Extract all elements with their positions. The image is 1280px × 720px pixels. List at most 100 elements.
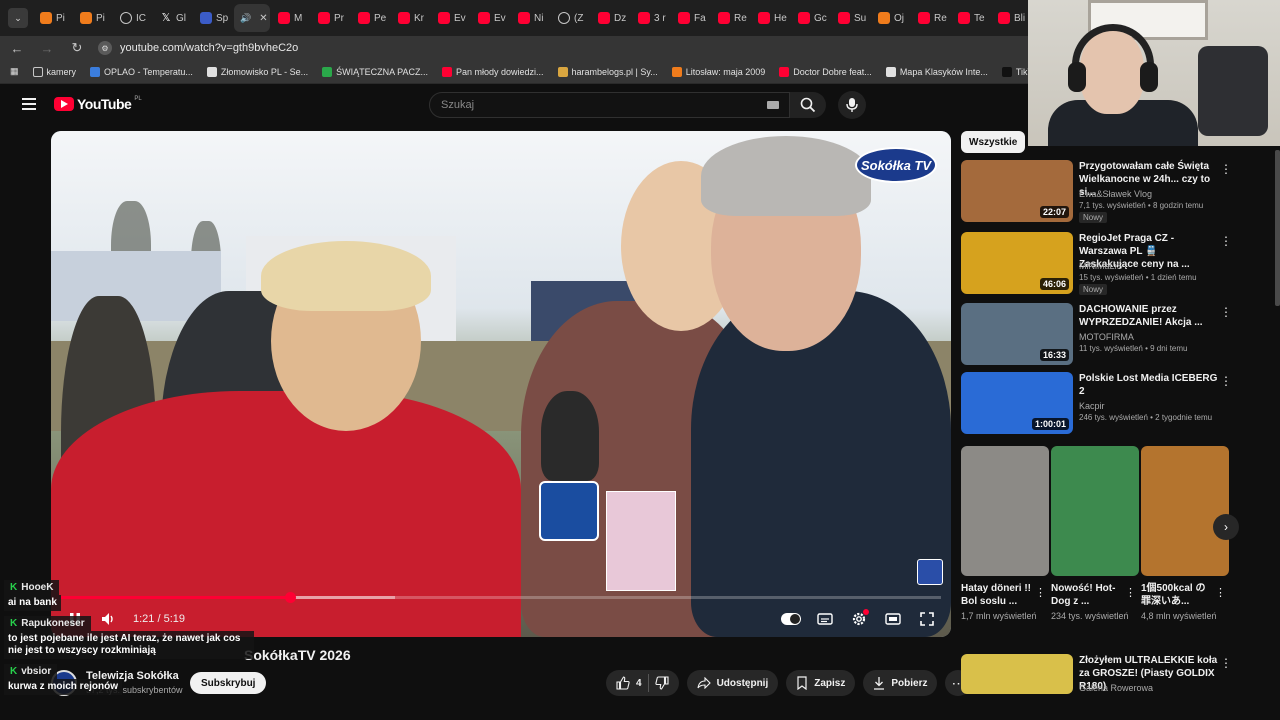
video-thumbnail[interactable] (961, 654, 1073, 694)
browser-tab[interactable]: Dz (592, 4, 630, 32)
keyboard-icon[interactable] (767, 101, 779, 109)
short-video[interactable]: Hatay döneri !! Bol soslu ... 1,7 mln wyś… (961, 446, 1049, 621)
youtube-logo[interactable]: YouTube PL (54, 96, 142, 112)
browser-tab[interactable]: Te (952, 4, 990, 32)
browser-tab[interactable]: Ni (512, 4, 550, 32)
search-input[interactable]: Szukaj (429, 92, 790, 118)
browser-tab-label: Ev (454, 12, 466, 24)
more-vertical-icon[interactable]: ⋮ (1220, 656, 1232, 670)
browser-tab[interactable]: Ev (432, 4, 470, 32)
more-vertical-icon[interactable]: ⋮ (1215, 586, 1226, 599)
search-button[interactable] (790, 92, 826, 118)
browser-tab[interactable]: Pr (312, 4, 350, 32)
save-button[interactable]: Zapisz (786, 670, 856, 696)
browser-tab[interactable]: He (752, 4, 790, 32)
download-button[interactable]: Pobierz (863, 670, 938, 696)
youtube-favicon-icon (998, 12, 1010, 24)
menu-icon[interactable] (22, 98, 36, 110)
browser-tab[interactable]: Pi (34, 4, 72, 32)
settings-button[interactable] (849, 609, 869, 629)
recommended-video[interactable]: 46:06 RegioJet Praga CZ - Warszawa PL 🚆 Z… (961, 232, 1261, 295)
theater-mode-button[interactable] (883, 609, 903, 629)
browser-tab[interactable]: IC (114, 4, 152, 32)
bookmark-item[interactable]: TikTok Maciej (@ma... (1001, 66, 1028, 77)
browser-tab[interactable]: Ev (472, 4, 510, 32)
bookmark-item[interactable]: Złomowisko PL - Se... (206, 66, 308, 77)
more-vertical-icon[interactable]: ⋮ (1125, 586, 1136, 599)
autoplay-toggle[interactable] (781, 609, 801, 629)
browser-tab[interactable]: M (272, 4, 310, 32)
bookmark-item[interactable]: Mapa Klasyków Inte... (885, 66, 988, 77)
browser-tab[interactable]: 𝕏 Gl (154, 4, 192, 32)
like-button[interactable]: 4 (616, 676, 642, 690)
browser-tab[interactable]: Fa (672, 4, 710, 32)
short-title[interactable]: Hatay döneri !! Bol soslu ... (961, 582, 1033, 608)
bookmark-item[interactable]: OPLAO - Temperatu... (90, 66, 193, 77)
video-channel-name[interactable]: MiNiMaLiS (1079, 261, 1123, 271)
url-field[interactable]: ⚙ youtube.com/watch?v=gth9bvheC2o (98, 37, 1028, 59)
video-channel-name[interactable]: Ewa&Sławek Vlog (1079, 189, 1152, 199)
browser-tab[interactable]: Gc (792, 4, 830, 32)
apps-icon[interactable]: ▦ (10, 66, 19, 77)
browser-tab[interactable]: Re (712, 4, 750, 32)
tab-close-icon[interactable]: ✕ (259, 13, 267, 24)
bookmark-item[interactable]: Litosław: maja 2009 (671, 66, 765, 77)
filter-chip-all[interactable]: Wszystkie (961, 131, 1026, 153)
dislike-button[interactable] (654, 676, 669, 690)
back-button[interactable]: ← (8, 39, 26, 57)
browser-tab[interactable]: Su (832, 4, 870, 32)
voice-search-button[interactable] (838, 91, 866, 119)
browser-tab[interactable]: Pe (352, 4, 390, 32)
browser-tab[interactable]: (Z (552, 4, 590, 32)
browser-tab[interactable]: Bli (992, 4, 1028, 32)
forward-button[interactable]: → (38, 39, 56, 57)
fullscreen-button[interactable] (917, 609, 937, 629)
recommended-video[interactable]: 22:07 Przygotowałam całe Święta Wielkanoc… (961, 160, 1261, 223)
browser-tab[interactable]: Pi (74, 4, 112, 32)
video-thumbnail[interactable]: 22:07 (961, 160, 1073, 222)
video-title[interactable]: Polskie Lost Media ICEBERG 2 (1079, 372, 1219, 398)
tab-search-button[interactable]: ⌄ (8, 8, 28, 28)
sidebar-scrollbar[interactable] (1275, 150, 1280, 306)
chat-username: K Rapukoneser (4, 616, 91, 631)
site-info-icon[interactable]: ⚙ (98, 41, 112, 55)
browser-tab[interactable]: 🔊 ✕ (234, 4, 270, 32)
more-vertical-icon[interactable]: ⋮ (1220, 234, 1232, 248)
bookmark-item[interactable]: kamery (32, 66, 76, 77)
short-thumbnail[interactable] (961, 446, 1049, 576)
short-thumbnail[interactable] (1141, 446, 1229, 576)
reload-button[interactable]: ↻ (68, 39, 86, 57)
more-vertical-icon[interactable]: ⋮ (1220, 162, 1232, 176)
short-video[interactable]: Nowość! Hot-Dog z ... 234 tys. wyświetleń… (1051, 446, 1139, 621)
browser-tab[interactable]: Re (912, 4, 950, 32)
bookmark-item[interactable]: Doctor Dobre feat... (779, 66, 872, 77)
bookmark-item[interactable]: Pan młody dowiedzi... (441, 66, 544, 77)
recommended-video[interactable]: 1:00:01 Polskie Lost Media ICEBERG 2 Kacpi… (961, 372, 1261, 434)
subtitles-button[interactable] (815, 609, 835, 629)
video-channel-name[interactable]: Galeria Rowerowa (1079, 683, 1153, 693)
video-channel-name[interactable]: Kacpir (1079, 401, 1105, 411)
short-title[interactable]: 1個500kcal の罪深いあ... (1141, 582, 1213, 608)
shorts-next-button[interactable]: › (1213, 514, 1239, 540)
bookmark-item[interactable]: ŚWIĄTECZNA PACZ... (322, 66, 428, 77)
browser-tab[interactable]: 3 r (632, 4, 670, 32)
share-button[interactable]: Udostępnij (686, 670, 779, 696)
video-thumbnail[interactable]: 1:00:01 (961, 372, 1073, 434)
browser-tab[interactable]: Sp (194, 4, 232, 32)
bookmark-item[interactable]: harambelogs.pl | Sy... (557, 66, 658, 77)
recommended-video[interactable]: 16:33 DACHOWANIE przez WYPRZEDZANIE! Akcj… (961, 303, 1261, 365)
video-thumbnail[interactable]: 46:06 (961, 232, 1073, 294)
short-thumbnail[interactable] (1051, 446, 1139, 576)
more-vertical-icon[interactable]: ⋮ (1220, 305, 1232, 319)
video-title[interactable]: DACHOWANIE przez WYPRZEDZANIE! Akcja ... (1079, 303, 1219, 329)
more-vertical-icon[interactable]: ⋮ (1035, 586, 1046, 599)
more-vertical-icon[interactable]: ⋮ (1220, 374, 1232, 388)
short-title[interactable]: Nowość! Hot-Dog z ... (1051, 582, 1123, 608)
video-player[interactable]: Sokółka TV 1:21 / 5:19 (51, 131, 951, 637)
chat-username: K HooeK (4, 580, 60, 595)
recommended-video[interactable]: Złożyłem ULTRALEKKIE koła za GROSZE! (Pi… (961, 654, 1261, 694)
browser-tab[interactable]: Kr (392, 4, 430, 32)
browser-tab[interactable]: Oj (872, 4, 910, 32)
video-thumbnail[interactable]: 16:33 (961, 303, 1073, 365)
video-channel-name[interactable]: MOTOFIRMA (1079, 332, 1134, 342)
